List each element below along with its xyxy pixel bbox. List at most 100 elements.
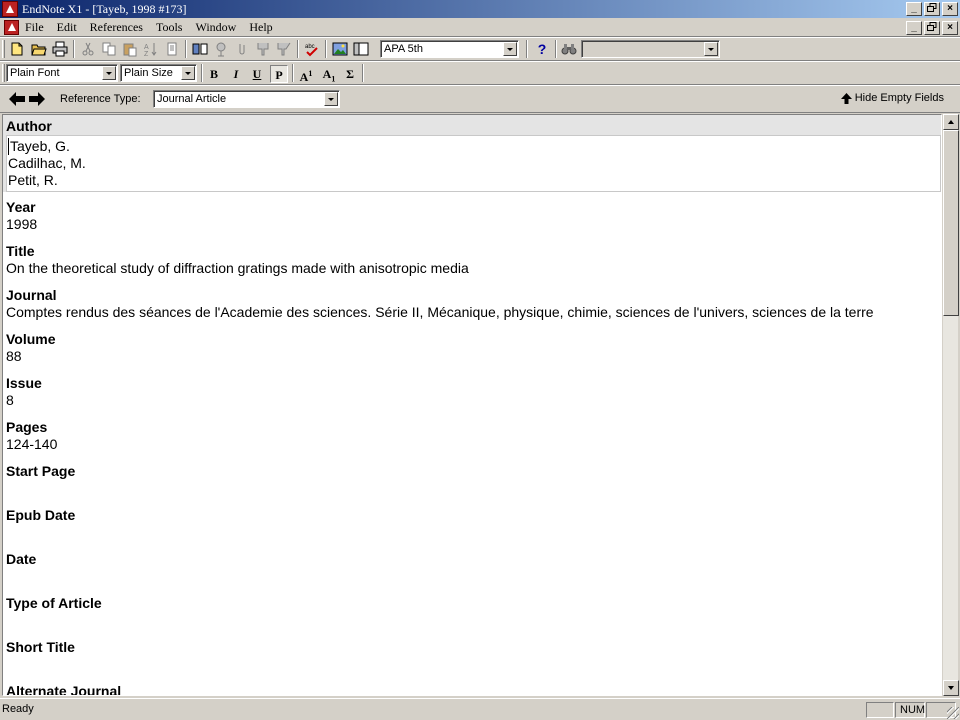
minimize-button[interactable]: _ xyxy=(906,2,922,16)
arrow-right-icon xyxy=(29,92,45,106)
restore-icon xyxy=(927,22,937,31)
menu-tools[interactable]: Tools xyxy=(155,20,184,35)
close-button[interactable]: × xyxy=(942,2,958,16)
field-volume: Volume 88 xyxy=(3,328,941,372)
font-select[interactable]: Plain Font xyxy=(6,64,118,82)
paste-icon[interactable] xyxy=(121,40,139,58)
author-line: Petit, R. xyxy=(8,172,58,188)
menu-edit[interactable]: Edit xyxy=(56,20,78,35)
bold-button[interactable]: B xyxy=(205,65,223,83)
reference-type-label: Reference Type: xyxy=(60,93,141,105)
field-label: Short Title xyxy=(6,639,75,655)
new-reference-icon[interactable] xyxy=(8,40,26,58)
symbol-button[interactable]: Σ xyxy=(341,65,359,83)
arrow-left-icon xyxy=(9,92,25,106)
volume-input[interactable]: 88 xyxy=(6,348,941,372)
epub-date-input[interactable] xyxy=(6,524,941,548)
chevron-down-icon[interactable] xyxy=(102,66,116,80)
field-title: Title On the theoretical study of diffra… xyxy=(3,240,941,284)
menu-window[interactable]: Window xyxy=(194,20,237,35)
status-bar: Ready NUM xyxy=(0,698,960,720)
hide-empty-fields-button[interactable]: Hide Empty Fields xyxy=(840,92,944,104)
toolbar-separator xyxy=(73,40,75,58)
font-value: Plain Font xyxy=(10,67,60,79)
window-controls: _ × xyxy=(906,2,958,16)
field-label: Issue xyxy=(6,375,42,391)
chevron-down-icon[interactable] xyxy=(181,66,195,80)
field-issue: Issue 8 xyxy=(3,372,941,416)
field-short-title: Short Title xyxy=(3,636,941,680)
cut-icon[interactable] xyxy=(79,40,97,58)
field-label: Epub Date xyxy=(6,507,76,523)
size-select[interactable]: Plain Size xyxy=(120,64,197,82)
binoculars-icon[interactable] xyxy=(560,40,578,58)
field-label: Date xyxy=(6,551,37,567)
year-input[interactable]: 1998 xyxy=(6,216,941,240)
resize-grip[interactable] xyxy=(947,707,959,719)
short-title-input[interactable] xyxy=(6,656,941,680)
reference-type-select[interactable]: Journal Article xyxy=(153,90,340,108)
copy-formatted-icon[interactable] xyxy=(163,40,181,58)
chevron-down-icon[interactable] xyxy=(704,42,718,56)
subscript-button[interactable]: A1 xyxy=(320,65,338,83)
show-all-icon[interactable] xyxy=(191,40,209,58)
insert-citation-icon[interactable] xyxy=(254,40,272,58)
field-year: Year 1998 xyxy=(3,196,941,240)
menu-help[interactable]: Help xyxy=(248,20,273,35)
previous-reference-button[interactable] xyxy=(8,90,26,108)
field-label: Start Page xyxy=(6,463,76,479)
menu-file[interactable]: File xyxy=(24,20,45,35)
copy-icon[interactable] xyxy=(100,40,118,58)
field-label: Year xyxy=(6,199,36,215)
next-reference-button[interactable] xyxy=(28,90,46,108)
sort-icon[interactable]: AZ xyxy=(142,40,160,58)
print-icon[interactable] xyxy=(51,40,69,58)
superscript-button[interactable]: A1 xyxy=(297,65,315,84)
journal-input[interactable]: Comptes rendus des séances de l'Academie… xyxy=(6,304,941,328)
issue-input[interactable]: 8 xyxy=(6,392,941,416)
vertical-scrollbar[interactable] xyxy=(942,114,959,696)
open-folder-icon[interactable] xyxy=(30,40,48,58)
field-alternate-journal: Alternate Journal xyxy=(3,680,941,695)
pages-input[interactable]: 124-140 xyxy=(6,436,941,460)
preview-window-icon[interactable] xyxy=(352,40,370,58)
output-style-select[interactable]: APA 5th xyxy=(380,40,519,58)
document-icon[interactable] xyxy=(4,20,19,35)
svg-text:abc: abc xyxy=(305,44,315,50)
output-style-value: APA 5th xyxy=(384,43,423,55)
title-bar[interactable]: EndNote X1 - [Tayeb, 1998 #173] _ × xyxy=(0,0,960,18)
reference-editor: Author Tayeb, G. Cadilhac, M. Petit, R. … xyxy=(2,114,942,696)
scroll-thumb[interactable] xyxy=(943,130,959,316)
date-input[interactable] xyxy=(6,568,941,592)
doc-restore-button[interactable] xyxy=(924,21,940,35)
italic-button[interactable]: I xyxy=(227,65,245,83)
plain-button[interactable]: P xyxy=(270,65,288,83)
spell-check-icon[interactable]: abc xyxy=(303,40,321,58)
online-search-select[interactable] xyxy=(581,40,720,58)
title-input[interactable]: On the theoretical study of diffraction … xyxy=(6,260,941,284)
doc-minimize-button[interactable]: _ xyxy=(906,21,922,35)
chevron-down-icon[interactable] xyxy=(324,92,338,106)
field-date: Date xyxy=(3,548,941,592)
chevron-down-icon[interactable] xyxy=(503,42,517,56)
find-figure-icon[interactable] xyxy=(212,40,230,58)
format-bibliography-icon[interactable] xyxy=(275,40,293,58)
attach-file-icon[interactable] xyxy=(233,40,251,58)
field-label: Type of Article xyxy=(6,595,102,611)
arrow-up-icon xyxy=(840,92,852,104)
underline-button[interactable]: U xyxy=(248,65,266,83)
doc-close-button[interactable]: × xyxy=(942,21,958,35)
field-journal: Journal Comptes rendus des séances de l'… xyxy=(3,284,941,328)
scroll-down-button[interactable] xyxy=(943,680,959,696)
help-button[interactable]: ? xyxy=(533,40,551,58)
insert-picture-icon[interactable] xyxy=(331,40,349,58)
author-input[interactable]: Tayeb, G. Cadilhac, M. Petit, R. xyxy=(6,135,941,192)
restore-button[interactable] xyxy=(924,2,940,16)
scroll-up-button[interactable] xyxy=(943,114,959,130)
start-page-input[interactable] xyxy=(6,480,941,504)
endnote-app-icon[interactable] xyxy=(2,1,18,17)
restore-icon xyxy=(927,3,937,12)
toolbar-separator xyxy=(555,40,557,58)
menu-references[interactable]: References xyxy=(89,20,144,35)
type-of-article-input[interactable] xyxy=(6,612,941,636)
